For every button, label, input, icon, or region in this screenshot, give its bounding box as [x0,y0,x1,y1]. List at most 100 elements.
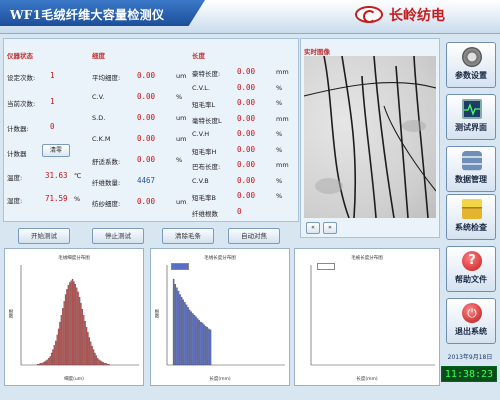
chart-bar [187,307,189,366]
image-prev-button[interactable]: « [306,222,320,234]
chart-bar [76,287,78,366]
set-count-value: 1 [50,71,55,80]
nav-system-button[interactable]: 系统检查 [446,194,496,240]
length-label: 短毛率H [192,147,217,156]
chart-bar [38,364,40,366]
chart-bar [98,359,100,366]
database-icon [462,151,482,171]
nav-exit-label: 退出系统 [455,327,487,336]
chart-bar [90,341,92,366]
length-unit: mm [276,114,289,123]
fineness-label: 舒适系数: [92,158,121,166]
nav-params-button[interactable]: 参数设置 [446,42,496,88]
fineness-unit: % [176,156,183,164]
fineness-value: 0.00 [137,113,156,122]
length-chart-title: 毛绒长度分布图 [204,256,236,261]
length-label: C.V.B [192,176,209,185]
microscope-image [304,56,436,218]
chart-bar [67,284,69,366]
humidity-value: 71.59 [45,194,68,203]
chart-bar [92,349,95,366]
chart-bar [56,334,58,366]
chart-bar [195,316,197,366]
status-date: 2013年9月18日 [447,354,493,361]
chart-bar [104,363,106,366]
gear-icon [462,47,482,67]
clear-sliver-button[interactable]: 清除毛条 [162,228,214,244]
fineness-chart-plot [20,265,139,366]
length-heading: 长度 [192,52,205,60]
nav-data-label: 数据管理 [455,175,487,184]
nav-help-label: 帮助文件 [455,275,487,284]
set-count-label: 设定次数: [7,74,36,82]
nav-help-button[interactable]: ? 帮助文件 [446,246,496,292]
chart-bar [59,321,61,366]
image-next-button[interactable]: » [323,222,337,234]
temp-value: 31.63 [45,171,68,180]
power-icon: ⏻ [462,303,482,323]
length-unit: % [276,130,283,138]
fineness-label: C.K.M [92,135,111,143]
chart-bar [208,328,210,366]
chart-bar [179,294,181,366]
chart-bar [43,361,46,366]
brand-name: 长岭纺电 [389,8,445,24]
chart-bar [84,321,86,366]
chart-bar [63,301,65,366]
chart-bar [184,302,186,366]
fineness-label: 纺纱细度: [92,200,121,208]
length-value: 0 [237,206,242,216]
chart-bar [88,337,91,366]
toolbox-icon [462,199,482,219]
chart-bar [204,326,207,366]
clear-counter-button[interactable]: 清零 [42,144,70,157]
chart-bar [206,327,208,366]
length-label: 巴布长度: [192,163,221,171]
nav-exit-button[interactable]: ⏻ 退出系统 [446,298,496,344]
help-icon: ? [462,251,482,271]
chart-bar [53,345,55,366]
chart-bar [185,304,188,366]
length-label: 毫特长度L [192,116,222,125]
instrument-heading: 仪器状态 [7,52,33,60]
length-value: 0.00 [237,144,256,154]
chart-bar [108,364,110,366]
start-test-button[interactable]: 开始测试 [18,228,70,244]
fineness-heading: 细度 [92,52,105,60]
hair-length-chart: 毛被长度分布图 长度(mm) [294,248,440,386]
chart-bar [201,322,204,366]
auto-focus-button[interactable]: 自动对焦 [228,228,280,244]
chart-axis [310,265,435,366]
length-value: 0.00 [237,113,256,123]
fineness-label: 平均细度: [92,74,121,82]
chart-bar [77,291,79,366]
chart-bar [209,329,212,366]
chart-bar [36,364,39,366]
counter2-label: 计数器 [7,150,27,158]
fineness-value: 0.00 [137,92,156,101]
length-value: 0.00 [237,129,256,138]
fineness-unit: um [176,114,187,122]
length-value: 0.00 [237,160,256,169]
length-label: C.V.L. [192,83,210,92]
chart-bar [48,358,50,366]
length-unit: mm [276,68,289,76]
image-heading: 实时图像 [304,48,330,56]
monitor-icon [462,99,482,119]
chart-bar [193,315,196,366]
chart-bar [50,352,53,366]
length-value: 0.00 [237,67,256,76]
nav-data-button[interactable]: 数据管理 [446,146,496,192]
nav-params-label: 参数设置 [455,71,487,80]
chart-bar [42,362,44,366]
current-count-label: 当前次数: [7,100,36,108]
nav-test-button[interactable]: 测试界面 [446,94,496,140]
hair-length-chart-title: 毛被长度分布图 [351,256,383,261]
counter-label: 计数器: [7,125,29,133]
chart-bar [87,332,89,366]
stop-test-button[interactable]: 停止测试 [92,228,144,244]
length-label: C.V.H [192,130,210,138]
fineness-value: 0.00 [137,134,156,143]
fineness-value: 0.00 [137,155,156,164]
length-unit: % [276,192,283,200]
